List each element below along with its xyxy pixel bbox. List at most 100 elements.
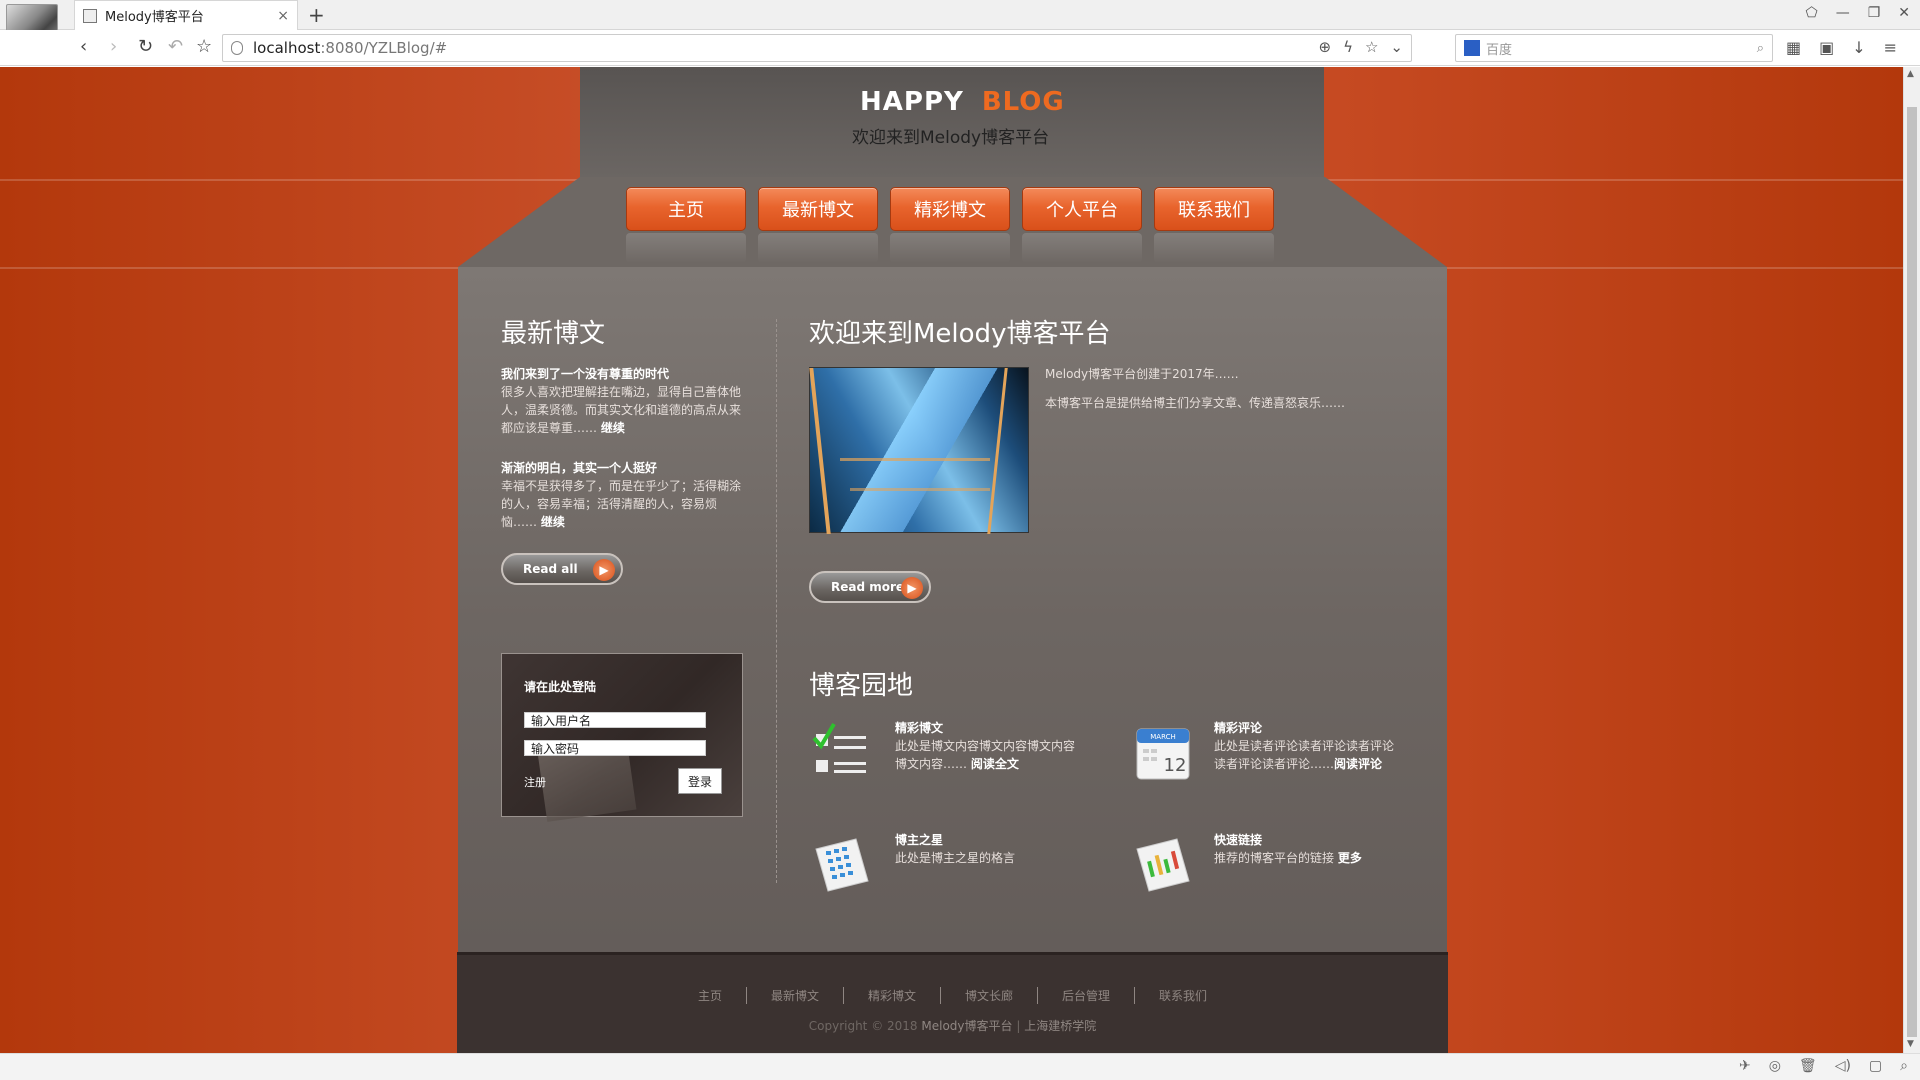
restore-icon[interactable]: ❐ xyxy=(1868,5,1881,21)
scroll-down-icon[interactable]: ▼ xyxy=(1907,1039,1914,1049)
apps-icon[interactable]: ▦ xyxy=(1786,38,1801,57)
back-icon[interactable]: ‹ xyxy=(80,36,87,57)
scroll-up-icon[interactable]: ▲ xyxy=(1907,69,1914,79)
feature-title[interactable]: 精彩博文 xyxy=(895,719,943,736)
browser-tab[interactable]: Melody博客平台 × xyxy=(74,0,298,30)
calendar-day-label: 12 xyxy=(1164,755,1187,776)
minimize-icon[interactable]: — xyxy=(1836,5,1850,21)
search-input[interactable]: 百度 xyxy=(1486,39,1757,58)
clear-icon[interactable]: 🗑 xyxy=(1799,1058,1817,1074)
scrollbar-thumb[interactable] xyxy=(1907,107,1917,1037)
skin-icon[interactable]: ⬠ xyxy=(1806,5,1818,21)
feature-desc: 此处是读者评论读者评论读者评论 读者评论读者评论……阅读评论 xyxy=(1214,739,1395,771)
garden-heading: 博客园地 xyxy=(809,671,914,701)
url-text: localhost:8080/YZLBlog/# xyxy=(253,39,448,57)
tab-close-icon[interactable]: × xyxy=(277,8,289,24)
latest-heading: 最新博文 xyxy=(501,319,606,349)
vertical-scrollbar[interactable]: ▲ ▼ xyxy=(1903,67,1920,1053)
nav-contact[interactable]: 联系我们 xyxy=(1154,187,1274,231)
pin-icon[interactable]: ✈ xyxy=(1739,1058,1751,1074)
screenshot-icon[interactable]: ▢ xyxy=(1869,1058,1882,1074)
undo-close-icon[interactable]: ↶ xyxy=(168,36,183,57)
forward-icon[interactable]: › xyxy=(110,36,117,57)
status-bar: ✈ ◎ 🗑 ◁) ▢ ⌕ xyxy=(0,1053,1920,1080)
footer-link-featured[interactable]: 精彩博文 xyxy=(842,987,940,1004)
welcome-heading: 欢迎来到Melody博客平台 xyxy=(809,319,1111,349)
feature-title[interactable]: 快速链接 xyxy=(1214,831,1262,848)
site-footer: 主页 最新博文 精彩博文 博文长廊 后台管理 联系我们 Copyright © … xyxy=(457,952,1448,1053)
arrow-right-icon: ▶ xyxy=(593,559,615,581)
password-field[interactable] xyxy=(524,740,706,756)
chart-sheet-icon xyxy=(1136,838,1190,892)
footer-nav: 主页 最新博文 精彩博文 博文长廊 后台管理 联系我们 xyxy=(457,987,1448,1004)
page-favicon-icon xyxy=(83,8,97,23)
username-field[interactable] xyxy=(524,712,706,728)
read-full-link[interactable]: 阅读全文 xyxy=(971,757,1019,771)
post-title[interactable]: 我们来到了一个没有尊重的时代 xyxy=(501,365,669,382)
more-links-link[interactable]: 更多 xyxy=(1338,851,1362,865)
footer-link-gallery[interactable]: 博文长廊 xyxy=(940,987,1037,1004)
feature-desc: 此处是博主之星的格言 xyxy=(895,851,1016,865)
feature-desc: 推荐的博客平台的链接 更多 xyxy=(1214,851,1362,865)
search-icon[interactable]: ⌕ xyxy=(1757,41,1764,56)
continue-link[interactable]: 继续 xyxy=(541,515,565,529)
welcome-line-1: Melody博客平台创建于2017年…… xyxy=(1045,367,1239,381)
read-more-button[interactable]: Read more ▶ xyxy=(809,571,931,603)
site-logo[interactable]: HAPPY BLOG xyxy=(860,87,1065,117)
nav-latest[interactable]: 最新博文 xyxy=(758,187,878,231)
welcome-line-2: 本博客平台是提供给博主们分享文章、传递喜怒哀乐…… xyxy=(1045,396,1346,410)
nav-featured[interactable]: 精彩博文 xyxy=(890,187,1010,231)
arrow-right-icon: ▶ xyxy=(901,577,923,599)
feature-title[interactable]: 博主之星 xyxy=(895,831,943,848)
feature-desc: 此处是博文内容博文内容博文内容 博文内容…… 阅读全文 xyxy=(895,739,1076,771)
footer-link-latest[interactable]: 最新博文 xyxy=(745,987,843,1004)
sound-icon[interactable]: ◁) xyxy=(1835,1058,1851,1074)
nav-reflection xyxy=(890,233,1010,263)
nav-reflection xyxy=(758,233,878,263)
download-icon[interactable]: ↓ xyxy=(1852,38,1865,57)
new-tab-button[interactable]: + xyxy=(308,3,325,27)
browser-toolbar: ‹ › ↻ ↶ ☆ localhost:8080/YZLBlog/# ⊕ ϟ ☆… xyxy=(0,30,1920,66)
copyright: Copyright © 2018 Melody博客平台 | 上海建桥学院 xyxy=(808,1019,1097,1033)
menu-icon[interactable]: ≡ xyxy=(1884,38,1897,57)
page-viewport: HAPPY BLOG 欢迎来到Melody博客平台 主页 最新博文 精彩博文 个人… xyxy=(0,67,1903,1053)
nav-reflection xyxy=(1022,233,1142,263)
nav-personal[interactable]: 个人平台 xyxy=(1022,187,1142,231)
dropdown-icon[interactable]: ⌄ xyxy=(1390,38,1403,56)
site-info-icon[interactable] xyxy=(231,41,243,55)
site-header xyxy=(580,67,1324,177)
read-comments-link[interactable]: 阅读评论 xyxy=(1334,757,1382,771)
bookmark-star-icon[interactable]: ☆ xyxy=(1365,38,1378,56)
footer-link-contact[interactable]: 联系我们 xyxy=(1134,987,1231,1004)
column-divider xyxy=(776,319,777,883)
post-excerpt: 幸福不是获得多了，而是在乎少了；活得糊涂的人，容易幸福；活得清醒的人，容易烦恼…… xyxy=(501,479,742,529)
login-button[interactable]: 登录 xyxy=(678,768,722,794)
table-sheet-icon xyxy=(815,838,869,892)
browser-tab-bar: Melody博客平台 × + ⬠ — ❐ ✕ xyxy=(0,0,1920,58)
nav-reflection xyxy=(626,233,746,263)
close-window-icon[interactable]: ✕ xyxy=(1898,5,1910,21)
speed-mode-icon[interactable]: ϟ xyxy=(1343,38,1353,56)
search-box[interactable]: 百度 ⌕ xyxy=(1455,34,1773,62)
address-bar[interactable]: localhost:8080/YZLBlog/# ⊕ ϟ ☆ ⌄ xyxy=(222,34,1412,62)
favorite-icon[interactable]: ☆ xyxy=(196,36,212,57)
footer-link-admin[interactable]: 后台管理 xyxy=(1037,987,1134,1004)
login-title: 请在此处登陆 xyxy=(524,680,597,694)
sidebar-icon[interactable]: ▣ xyxy=(1819,38,1834,57)
footer-link-home[interactable]: 主页 xyxy=(674,987,746,1004)
nav-reflection xyxy=(1154,233,1274,263)
zoom-icon[interactable]: ⊕ xyxy=(1318,38,1331,56)
feature-title[interactable]: 精彩评论 xyxy=(1214,719,1262,736)
extension-icons: ▦ ▣ ↓ ≡ xyxy=(1786,38,1897,57)
calendar-icon: MARCH 12 xyxy=(1136,728,1190,780)
post-title[interactable]: 渐渐的明白，其实一个人挺好 xyxy=(501,459,657,476)
feature-photo xyxy=(809,367,1029,534)
register-link[interactable]: 注册 xyxy=(524,774,546,790)
zoom-status-icon[interactable]: ⌕ xyxy=(1900,1058,1908,1074)
nav-home[interactable]: 主页 xyxy=(626,187,746,231)
continue-link[interactable]: 继续 xyxy=(601,421,625,435)
accelerate-icon[interactable]: ◎ xyxy=(1769,1058,1781,1074)
search-engine-icon[interactable] xyxy=(1464,40,1480,56)
reload-icon[interactable]: ↻ xyxy=(138,36,153,57)
read-all-button[interactable]: Read all ▶ xyxy=(501,553,623,585)
